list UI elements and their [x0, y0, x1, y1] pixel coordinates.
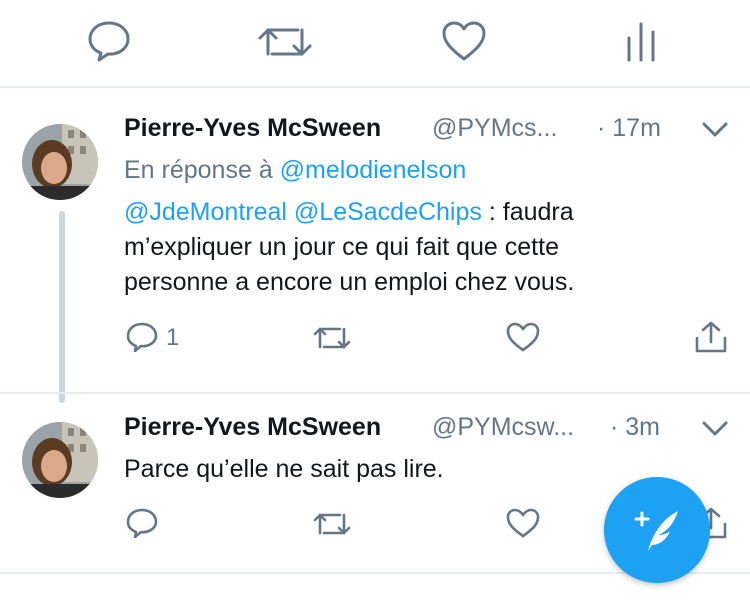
tweet-text-line: personne a encore un emploi chez vous.: [124, 268, 575, 296]
like-icon[interactable]: [441, 20, 487, 62]
tweet-text-line: m’expliquer un jour ce qui fait que cett…: [124, 233, 559, 261]
author-handle[interactable]: @PYMcs...: [432, 114, 557, 143]
retweet-icon[interactable]: [313, 325, 351, 351]
author-name[interactable]: Pierre-Yves McSween: [124, 413, 381, 442]
reply-to-mention[interactable]: @melodienelson: [280, 156, 467, 184]
reply-context: En réponse à @melodienelson: [124, 156, 466, 185]
reply-prefix: En réponse à: [124, 156, 273, 184]
chevron-down-icon[interactable]: [702, 122, 728, 138]
tweet-body: Parce qu’elle ne sait pas lire.: [124, 455, 444, 483]
retweet-icon[interactable]: [313, 511, 351, 537]
avatar[interactable]: [22, 422, 98, 498]
avatar[interactable]: [22, 124, 98, 200]
top-action-bar: [0, 0, 750, 88]
tweet-text-part: : faudra: [481, 198, 574, 226]
chevron-down-icon[interactable]: [702, 421, 728, 437]
author-handle[interactable]: @PYMcsw...: [432, 413, 574, 442]
tweet-body: @JdeMontreal @LeSacdeChips : faudra m’ex…: [124, 195, 724, 300]
retweet-icon[interactable]: [258, 24, 312, 60]
like-icon[interactable]: [506, 322, 540, 352]
tweet-time: · 3m: [610, 413, 660, 441]
stats-icon[interactable]: [624, 22, 658, 62]
share-icon[interactable]: [694, 320, 728, 354]
mention-jdemontreal[interactable]: @JdeMontreal: [124, 198, 287, 226]
reply-count: 1: [166, 324, 180, 351]
like-icon[interactable]: [506, 508, 540, 538]
reply-icon[interactable]: [126, 508, 158, 538]
tweet-time: · 17m: [597, 114, 661, 142]
thread-line: [59, 211, 65, 403]
reply-icon[interactable]: [86, 20, 132, 62]
reply-icon[interactable]: [126, 322, 158, 352]
compose-tweet-icon: [634, 505, 682, 555]
author-name[interactable]: Pierre-Yves McSween: [124, 114, 381, 143]
compose-tweet-button[interactable]: [604, 477, 710, 583]
tweet-divider: [0, 392, 750, 394]
mention-lesacdechips[interactable]: @LeSacdeChips: [294, 198, 482, 226]
